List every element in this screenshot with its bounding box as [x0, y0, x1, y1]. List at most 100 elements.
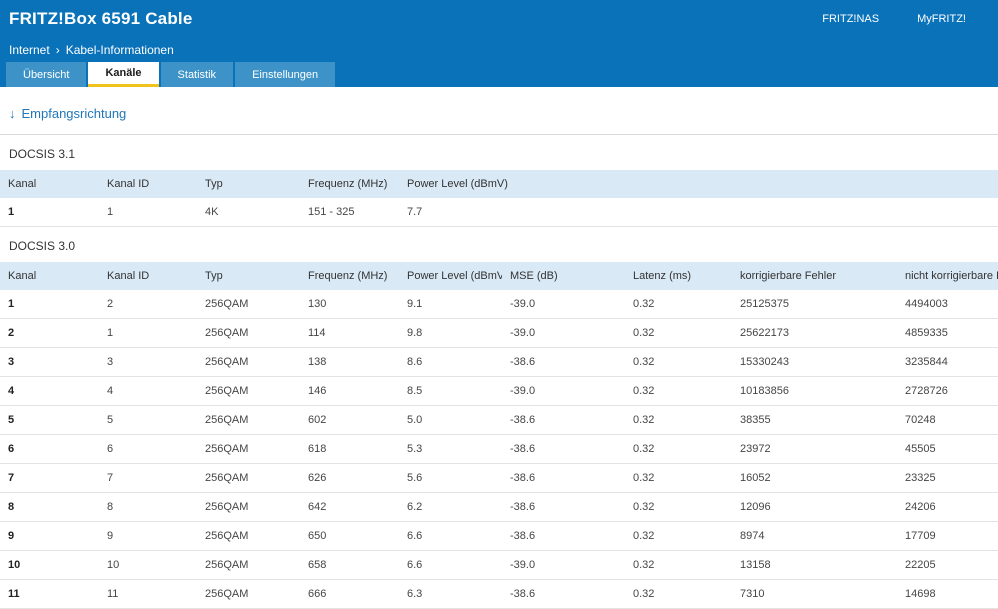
table-cell: 4859335 [897, 318, 998, 348]
table-cell: 25125375 [732, 290, 897, 319]
table-cell: 138 [300, 347, 399, 377]
table-cell: 9.8 [399, 318, 502, 348]
table-cell: 0.32 [625, 550, 732, 580]
table-cell: 6.2 [399, 492, 502, 522]
table-cell: 256QAM [197, 434, 300, 464]
table-cell: 6.6 [399, 521, 502, 551]
table-row: 7 7 256QAM 626 5.6 -38.6 0.32 16052 23325 [0, 463, 998, 493]
breadcrumb-current-page: Kabel-Informationen [65, 42, 174, 57]
table-cell: 0.32 [625, 318, 732, 348]
docsis30-table: Kanal Kanal ID Typ Frequenz (MHz) Power Leve… [0, 262, 998, 609]
table-cell: -39.0 [502, 318, 625, 348]
table-cell: -38.6 [502, 492, 625, 522]
table-cell: 2728726 [897, 376, 998, 406]
table-cell: 0.32 [625, 376, 732, 406]
table-cell: 8 [0, 492, 99, 522]
table-cell: -38.6 [502, 463, 625, 493]
table-cell: 151 - 325 [300, 198, 399, 227]
table-cell: 16052 [732, 463, 897, 493]
column-header: Kanal ID [99, 262, 197, 290]
table-cell: 256QAM [197, 405, 300, 435]
table-cell: 5 [99, 405, 197, 435]
table-cell: 3235844 [897, 347, 998, 377]
table-row: 4 4 256QAM 146 8.5 -39.0 0.32 10183856 2728726 [0, 376, 998, 406]
column-header: Typ [197, 170, 300, 198]
table-cell: 14698 [897, 579, 998, 609]
table-cell: 15330243 [732, 347, 897, 377]
section-toggle-empfangsrichtung[interactable]: ↓ Empfangsrichtung [0, 97, 135, 134]
table-cell: 602 [300, 405, 399, 435]
table-cell: 146 [300, 376, 399, 406]
table-cell: 23972 [732, 434, 897, 464]
table-cell: 9.1 [399, 290, 502, 319]
table-cell: 11 [99, 579, 197, 609]
table-cell: 6 [99, 434, 197, 464]
table-cell: 11 [0, 579, 99, 609]
table-cell: 4494003 [897, 290, 998, 319]
table-cell: 7310 [732, 579, 897, 609]
table-cell: 0.32 [625, 492, 732, 522]
table-cell: 1 [99, 318, 197, 348]
table-cell: 8974 [732, 521, 897, 551]
tab-kanale[interactable]: Kanäle [88, 62, 159, 87]
table-cell: 23325 [897, 463, 998, 493]
table-cell: 618 [300, 434, 399, 464]
table-cell: 6.3 [399, 579, 502, 609]
table-cell: 3 [99, 347, 197, 377]
breadcrumb: Internet › Kabel-Informationen [0, 37, 998, 62]
table-cell: 650 [300, 521, 399, 551]
table-cell: 256QAM [197, 521, 300, 551]
table-row: 2 1 256QAM 114 9.8 -39.0 0.32 25622173 4859335 [0, 318, 998, 348]
myfritz-link[interactable]: MyFRITZ! [917, 13, 966, 25]
table-cell: 1 [0, 198, 99, 227]
table-cell: 13158 [732, 550, 897, 580]
table-cell: 2 [0, 318, 99, 348]
table-row: 5 5 256QAM 602 5.0 -38.6 0.32 38355 70248 [0, 405, 998, 435]
table-cell: 256QAM [197, 463, 300, 493]
breadcrumb-section-internet[interactable]: Internet [9, 43, 50, 57]
table-cell: -39.0 [502, 550, 625, 580]
table-row: 8 8 256QAM 642 6.2 -38.6 0.32 12096 24206 [0, 492, 998, 522]
table-cell: 0.32 [625, 463, 732, 493]
column-header: Kanal [0, 262, 99, 290]
table-cell: 17709 [897, 521, 998, 551]
table-cell: 626 [300, 463, 399, 493]
table-cell: -38.6 [502, 521, 625, 551]
table-cell: 8 [99, 492, 197, 522]
column-header: Kanal [0, 170, 99, 198]
table-cell: 10183856 [732, 376, 897, 406]
table-cell: 5 [0, 405, 99, 435]
tab-statistik[interactable]: Statistik [160, 62, 234, 87]
tab-ubersicht[interactable]: Übersicht [6, 62, 87, 87]
docsis31-table: Kanal Kanal ID Typ Frequenz (MHz) Power Leve… [0, 170, 998, 227]
table-cell: 642 [300, 492, 399, 522]
table-cell: 256QAM [197, 550, 300, 580]
table-cell: 12096 [732, 492, 897, 522]
column-header: MSE (dB) [502, 262, 625, 290]
table-cell: 2 [99, 290, 197, 319]
table-row: 1 2 256QAM 130 9.1 -39.0 0.32 25125375 4494003 [0, 290, 998, 319]
fritznas-link[interactable]: FRITZ!NAS [822, 13, 879, 25]
table-cell: 25622173 [732, 318, 897, 348]
table-cell: 0.32 [625, 405, 732, 435]
table-row: 11 11 256QAM 666 6.3 -38.6 0.32 7310 14698 [0, 579, 998, 609]
table-cell: 45505 [897, 434, 998, 464]
table-cell: 256QAM [197, 492, 300, 522]
table-cell: 0.32 [625, 290, 732, 319]
table-cell: 256QAM [197, 376, 300, 406]
table-row: 10 10 256QAM 658 6.6 -39.0 0.32 13158 22205 [0, 550, 998, 580]
table-cell: 0.32 [625, 521, 732, 551]
table-cell: 7 [0, 463, 99, 493]
column-header: Kanal ID [99, 170, 197, 198]
table-cell: 114 [300, 318, 399, 348]
tab-einstellungen[interactable]: Einstellungen [235, 62, 336, 87]
section-title: Empfangsrichtung [21, 106, 127, 121]
table-cell: -38.6 [502, 434, 625, 464]
table-cell: 4 [99, 376, 197, 406]
table-cell: -38.6 [502, 347, 625, 377]
table-cell: 9 [99, 521, 197, 551]
table-cell: 8.5 [399, 376, 502, 406]
table-cell: 658 [300, 550, 399, 580]
table-cell: 0.32 [625, 347, 732, 377]
column-header: Latenz (ms) [625, 262, 732, 290]
